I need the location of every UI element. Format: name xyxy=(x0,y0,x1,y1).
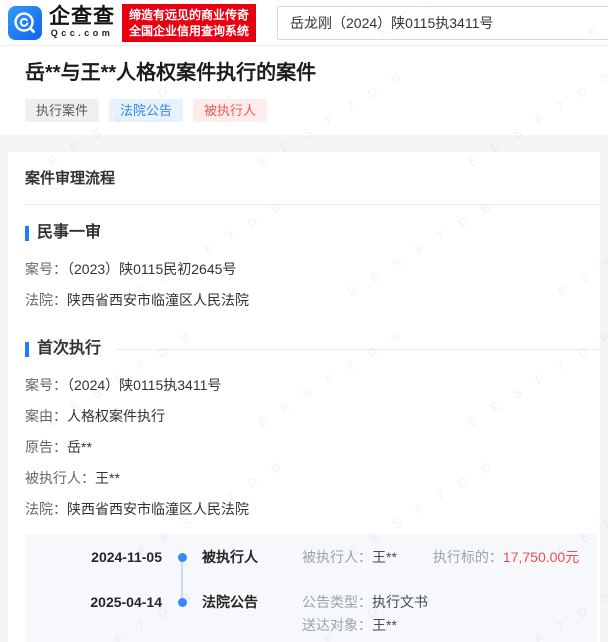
field-value: 岳** xyxy=(67,439,92,455)
stage-rule-line xyxy=(117,349,600,350)
field-plaintiff: 原告：岳** xyxy=(25,437,583,457)
timeline-dot-col xyxy=(162,592,202,607)
enforcement-amount: 17,750.00元 xyxy=(503,549,579,565)
stage-accent-bar xyxy=(25,342,29,357)
timeline-event-label: 被执行人 xyxy=(202,547,302,567)
field-person-subject-to-enforcement: 被执行人：王** xyxy=(25,468,583,488)
field-label: 案由： xyxy=(25,408,67,424)
timeline-event-label: 法院公告 xyxy=(202,592,302,612)
brand-text: 企查查 Qcc.com xyxy=(49,6,115,39)
field-value: 陕西省西安市临潼区人民法院 xyxy=(67,292,249,308)
stage-title-text: 民事一审 xyxy=(37,222,101,244)
field-label: 案号： xyxy=(25,261,67,277)
detail-key: 执行标的： xyxy=(433,549,503,565)
detail-key: 送达对象： xyxy=(302,617,372,633)
field-label: 法院： xyxy=(25,292,67,308)
detail-key: 被执行人： xyxy=(302,549,372,565)
detail-value: 执行文书 xyxy=(372,594,428,610)
detail-value: 王** xyxy=(372,617,397,633)
divider xyxy=(25,204,600,205)
field-cause-of-action: 案由：人格权案件执行 xyxy=(25,406,583,426)
field-label: 案号： xyxy=(25,377,67,393)
field-value: （2023）陕0115民初2645号 xyxy=(67,261,236,277)
field-value: 人格权案件执行 xyxy=(67,408,165,424)
field-court: 法院：陕西省西安市临潼区人民法院 xyxy=(25,499,583,519)
timeline-event: 2024-11-05 被执行人 被执行人：王** 执行标的：17,750.00元 xyxy=(25,547,597,567)
detail-item: 送达对象：王** xyxy=(302,615,597,635)
case-flow-card: 案件审理流程 民事一审 案号：（2023）陕0115民初2645号 法院：陕西省… xyxy=(8,152,600,642)
field-label: 法院： xyxy=(25,501,67,517)
tag-row: 执行案件 法院公告 被执行人 xyxy=(25,99,583,122)
timeline-dot-icon xyxy=(178,598,187,607)
field-case-number: 案号：（2023）陕0115民初2645号 xyxy=(25,259,583,279)
detail-key: 公告类型： xyxy=(302,594,372,610)
slogan-line2: 全国企业信用查询系统 xyxy=(129,23,249,39)
detail-item: 公告类型：执行文书 xyxy=(302,592,597,612)
case-title-section: 岳**与王**人格权案件执行的案件 执行案件 法院公告 被执行人 xyxy=(0,46,608,135)
stage-accent-bar xyxy=(25,226,29,241)
tag-court-announcement: 法院公告 xyxy=(109,99,183,122)
tag-execution-case: 执行案件 xyxy=(25,99,99,122)
search-input[interactable] xyxy=(277,6,608,40)
field-case-number: 案号：（2024）陕0115执3411号 xyxy=(25,375,583,395)
brand-name: 企查查 xyxy=(49,6,115,28)
field-value: 王** xyxy=(95,470,120,486)
site-header: 企查查 Qcc.com 缔造有远见的商业传奇 全国企业信用查询系统 xyxy=(0,0,608,46)
stage-civil-first-instance: 民事一审 xyxy=(25,222,583,244)
enforcement-timeline: 2024-11-05 被执行人 被执行人：王** 执行标的：17,750.00元… xyxy=(25,534,597,642)
detail-value: 王** xyxy=(372,549,397,565)
timeline-event-details: 被执行人：王** 执行标的：17,750.00元 xyxy=(302,547,597,567)
stage-first-enforcement: 首次执行 xyxy=(25,338,583,360)
field-court: 法院：陕西省西安市临潼区人民法院 xyxy=(25,290,583,310)
qcc-logo-icon xyxy=(8,6,42,40)
detail-item: 执行标的：17,750.00元 xyxy=(433,547,579,567)
qcc-logo[interactable]: 企查查 Qcc.com xyxy=(8,6,115,40)
timeline-dot-col xyxy=(162,547,202,562)
field-value: 陕西省西安市临潼区人民法院 xyxy=(67,501,249,517)
field-label: 原告： xyxy=(25,439,67,455)
timeline-event-details: 公告类型：执行文书 送达对象：王** xyxy=(302,592,597,635)
timeline-event: 2025-04-14 法院公告 公告类型：执行文书 送达对象：王** xyxy=(25,592,597,635)
tag-person-subject-to-enforcement: 被执行人 xyxy=(193,99,267,122)
timeline-date: 2024-11-05 xyxy=(25,547,162,567)
section-title: 案件审理流程 xyxy=(25,169,583,188)
field-label: 被执行人： xyxy=(25,470,95,486)
page-title: 岳**与王**人格权案件执行的案件 xyxy=(25,60,583,86)
slogan-line1: 缔造有远见的商业传奇 xyxy=(129,7,249,23)
detail-item: 被执行人：王** xyxy=(302,547,397,567)
field-value: （2024）陕0115执3411号 xyxy=(67,377,221,393)
brand-domain: Qcc.com xyxy=(49,28,115,39)
timeline-date: 2025-04-14 xyxy=(25,592,162,612)
stage-title-text: 首次执行 xyxy=(37,338,101,360)
timeline-dot-icon xyxy=(178,553,187,562)
slogan-banner: 缔造有远见的商业传奇 全国企业信用查询系统 xyxy=(122,4,256,42)
